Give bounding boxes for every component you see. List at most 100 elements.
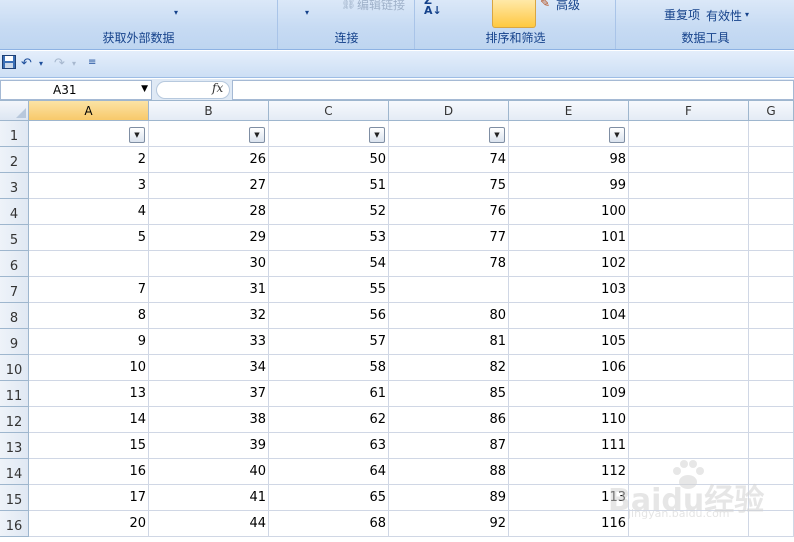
cell-c3[interactable]: 51 — [269, 173, 389, 199]
redo-dropdown-icon[interactable]: ▾ — [72, 59, 76, 68]
cell-g6[interactable] — [749, 251, 794, 277]
cell-c5[interactable]: 53 — [269, 225, 389, 251]
cell-d11[interactable]: 85 — [389, 381, 509, 407]
save-icon[interactable] — [2, 55, 16, 73]
cell-g9[interactable] — [749, 329, 794, 355]
filter-dropdown-icon[interactable]: ▼ — [369, 127, 385, 143]
cell-e8[interactable]: 104 — [509, 303, 629, 329]
column-header-f[interactable]: F — [629, 101, 749, 121]
cell-d14[interactable]: 88 — [389, 459, 509, 485]
filter-dropdown-icon[interactable]: ▼ — [489, 127, 505, 143]
cell-a13[interactable]: 15 — [29, 433, 149, 459]
sort-az-icon[interactable]: Z A↓ — [424, 0, 442, 16]
cell-e9[interactable]: 105 — [509, 329, 629, 355]
cell-f9[interactable] — [629, 329, 749, 355]
cell-g3[interactable] — [749, 173, 794, 199]
cell-b10[interactable]: 34 — [149, 355, 269, 381]
cell-c9[interactable]: 57 — [269, 329, 389, 355]
cell-d5[interactable]: 77 — [389, 225, 509, 251]
cell-f10[interactable] — [629, 355, 749, 381]
cell-d13[interactable]: 87 — [389, 433, 509, 459]
formula-input[interactable] — [232, 80, 794, 100]
row-header[interactable]: 15 — [0, 485, 29, 511]
cell-e10[interactable]: 106 — [509, 355, 629, 381]
row-header[interactable]: 2 — [0, 147, 29, 173]
filter-dropdown-icon[interactable]: ▼ — [249, 127, 265, 143]
cell-g7[interactable] — [749, 277, 794, 303]
cell-c14[interactable]: 64 — [269, 459, 389, 485]
cell-c8[interactable]: 56 — [269, 303, 389, 329]
cell-d6[interactable]: 78 — [389, 251, 509, 277]
cell-d8[interactable]: 80 — [389, 303, 509, 329]
row-header[interactable]: 3 — [0, 173, 29, 199]
cell-e3[interactable]: 99 — [509, 173, 629, 199]
cell-c16[interactable]: 68 — [269, 511, 389, 537]
row-header[interactable]: 9 — [0, 329, 29, 355]
cell-e7[interactable]: 103 — [509, 277, 629, 303]
cell-f2[interactable] — [629, 147, 749, 173]
cell-c7[interactable]: 55 — [269, 277, 389, 303]
cell-b5[interactable]: 29 — [149, 225, 269, 251]
cell-d9[interactable]: 81 — [389, 329, 509, 355]
redo-icon[interactable]: ↷ — [54, 56, 65, 71]
row-header[interactable]: 11 — [0, 381, 29, 407]
cell-c11[interactable]: 61 — [269, 381, 389, 407]
cell-c4[interactable]: 52 — [269, 199, 389, 225]
edit-links-button[interactable]: 编辑链接 — [357, 0, 405, 13]
cell-c10[interactable]: 58 — [269, 355, 389, 381]
undo-dropdown-icon[interactable]: ▾ — [39, 59, 43, 68]
cell-a14[interactable]: 16 — [29, 459, 149, 485]
cell-d2[interactable]: 74 — [389, 147, 509, 173]
row-header[interactable]: 5 — [0, 225, 29, 251]
chevron-down-icon[interactable]: ▾ — [745, 10, 749, 19]
cell-d15[interactable]: 89 — [389, 485, 509, 511]
cell-b8[interactable]: 32 — [149, 303, 269, 329]
cell-b6[interactable]: 30 — [149, 251, 269, 277]
cell-d7[interactable] — [389, 277, 509, 303]
cell-f11[interactable] — [629, 381, 749, 407]
cell-a11[interactable]: 13 — [29, 381, 149, 407]
row-header[interactable]: 7 — [0, 277, 29, 303]
chevron-down-icon[interactable]: ▾ — [305, 8, 309, 17]
column-header-d[interactable]: D — [389, 101, 509, 121]
cell-a9[interactable]: 9 — [29, 329, 149, 355]
column-header-b[interactable]: B — [149, 101, 269, 121]
cell-e5[interactable]: 101 — [509, 225, 629, 251]
cell-b7[interactable]: 31 — [149, 277, 269, 303]
cell-d16[interactable]: 92 — [389, 511, 509, 537]
cell-e6[interactable]: 102 — [509, 251, 629, 277]
cell-c15[interactable]: 65 — [269, 485, 389, 511]
customize-toolbar-icon[interactable]: ≡ — [88, 57, 96, 68]
cell-e11[interactable]: 109 — [509, 381, 629, 407]
cell-a12[interactable]: 14 — [29, 407, 149, 433]
cell-g4[interactable] — [749, 199, 794, 225]
cell-g10[interactable] — [749, 355, 794, 381]
row-header[interactable]: 12 — [0, 407, 29, 433]
cell-f5[interactable] — [629, 225, 749, 251]
column-header-e[interactable]: E — [509, 101, 629, 121]
cell-a2[interactable]: 2 — [29, 147, 149, 173]
row-header[interactable]: 16 — [0, 511, 29, 537]
row-header[interactable]: 8 — [0, 303, 29, 329]
cell-f1[interactable] — [629, 121, 749, 147]
chevron-down-icon[interactable]: ▼ — [141, 84, 148, 94]
filter-button-active[interactable] — [492, 0, 536, 28]
cell-f3[interactable] — [629, 173, 749, 199]
cell-g8[interactable] — [749, 303, 794, 329]
cell-a5[interactable]: 5 — [29, 225, 149, 251]
cell-d3[interactable]: 75 — [389, 173, 509, 199]
cell-c12[interactable]: 62 — [269, 407, 389, 433]
cell-f7[interactable] — [629, 277, 749, 303]
cell-b13[interactable]: 39 — [149, 433, 269, 459]
cell-e2[interactable]: 98 — [509, 147, 629, 173]
advanced-filter-button[interactable]: 高级 — [556, 0, 580, 13]
cell-c2[interactable]: 50 — [269, 147, 389, 173]
cell-b15[interactable]: 41 — [149, 485, 269, 511]
insert-function-icon[interactable]: fx — [212, 81, 223, 95]
cell-g11[interactable] — [749, 381, 794, 407]
row-header[interactable]: 6 — [0, 251, 29, 277]
cell-a7[interactable]: 7 — [29, 277, 149, 303]
cell-b9[interactable]: 33 — [149, 329, 269, 355]
cell-e4[interactable]: 100 — [509, 199, 629, 225]
data-validation-button[interactable]: 有效性 — [706, 7, 742, 24]
